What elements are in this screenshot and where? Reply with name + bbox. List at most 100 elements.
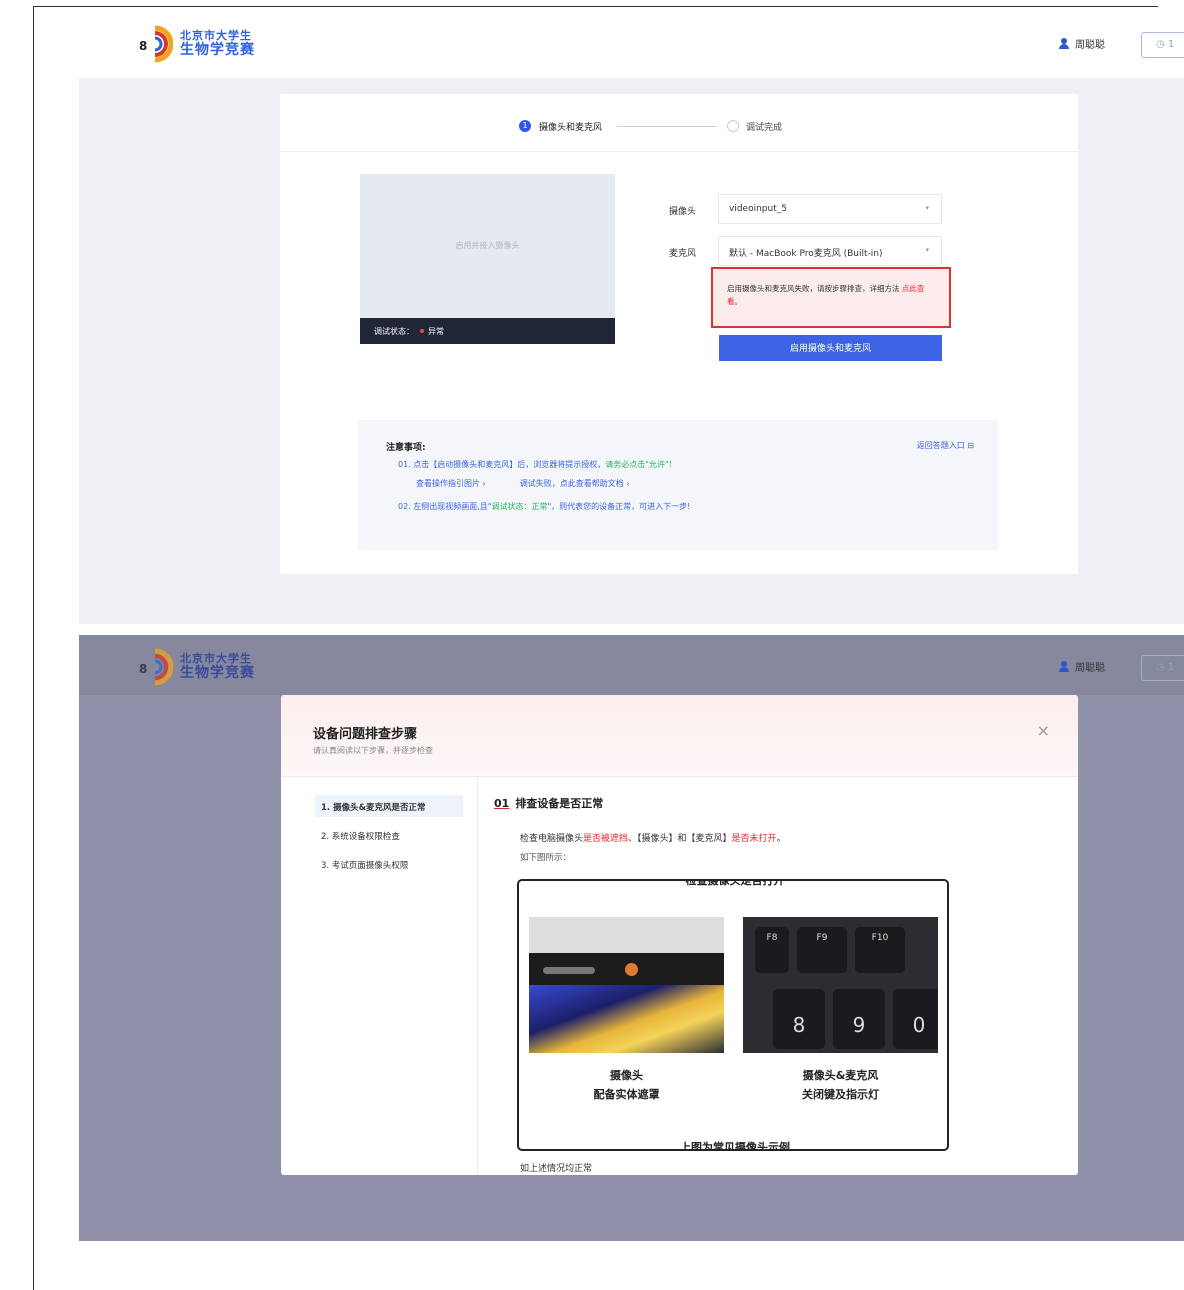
key-0: 0 [893, 989, 938, 1049]
key-f10: F10 [855, 927, 905, 973]
sidebar-item-camera-mic[interactable]: 1. 摄像头&麦克风是否正常 [315, 795, 463, 817]
laptop-screen [529, 985, 724, 1053]
return-entry-link[interactable]: 返回答题入口 ⊟ [917, 440, 974, 451]
device-setup-screenshot: 8 北京市大学生 生物学竞赛 周聪聪 ◷ 1 1 摄像头和麦克风 调试完成 启用… [79, 12, 1184, 624]
status-label: 调试状态： [374, 327, 414, 336]
notes-title: 注意事项: [386, 443, 426, 453]
modal-header: 设备问题排查步骤 请认真阅读以下步骤，并逐步检查 × [281, 695, 1078, 777]
caption-keys-line2: 关闭键及指示灯 [802, 1087, 879, 1101]
logo-icon: 8 [139, 25, 173, 63]
error-alert: 启用摄像头和麦克风失败，请按步骤排查，详细方法 点此查看。 [711, 267, 951, 328]
troubleshoot-modal: 设备问题排查步骤 请认真阅读以下步骤，并逐步检查 × 1. 摄像头&麦克风是否正… [281, 695, 1078, 1175]
steps-sidebar: 1. 摄像头&麦克风是否正常 2. 系统设备权限检查 3. 考试页面摄像头权限 [281, 777, 478, 1175]
modal-subtitle: 请认真阅读以下步骤，并逐步检查 [313, 746, 433, 755]
illustration-top-caption: 检查摄像头是否打开 [685, 879, 785, 887]
notes-panel: 注意事项: 返回答题入口 ⊟ 01. 点击【启动摄像头和麦克风】后，浏览器将提示… [358, 420, 998, 550]
key-9: 9 [833, 989, 885, 1049]
setup-card: 1 摄像头和麦克风 调试完成 启用并接入摄像头 调试状态： 异常 摄像头 vide… [280, 94, 1078, 574]
camera-lens-icon [625, 963, 638, 976]
status-value: 异常 [428, 327, 444, 336]
camera-label: 摄像头 [669, 207, 697, 217]
step-connector [617, 126, 717, 127]
caption-webcam-line2: 配备实体遮罩 [593, 1087, 660, 1101]
step1-label: 摄像头和麦克风 [539, 123, 603, 133]
step2-dot-icon [727, 120, 739, 132]
desc-e: 。 [776, 834, 786, 844]
svg-text:8: 8 [139, 39, 147, 53]
user-menu[interactable]: 周聪聪 [1059, 36, 1105, 51]
status-dot-icon [420, 329, 424, 333]
desc-b: 是否被遮挡 [583, 834, 629, 844]
user-name: 周聪聪 [1075, 40, 1105, 51]
step1-dot-icon: 1 [519, 120, 531, 132]
page-top-rule [34, 6, 1158, 7]
laptop-bezel [529, 953, 724, 985]
chevron-down-icon: ▾ [925, 246, 929, 254]
debug-status-bar: 调试状态： 异常 [360, 318, 615, 344]
modal-title: 设备问题排查步骤 [313, 727, 418, 742]
question-footer: 如上述情况均正常 [520, 1164, 593, 1174]
top-header-dimmed: 8 北京市大学生 生物学竞赛 周聪聪 ◷ 1 [79, 635, 1184, 695]
timer-button[interactable]: ◷ 1 [1141, 655, 1184, 681]
preview-hint: 启用并接入摄像头 [455, 241, 520, 250]
key-f8: F8 [755, 927, 789, 973]
guide-images-link[interactable]: 查看操作指引图片 › [416, 479, 486, 488]
note-1-highlight: 请务必点击"允许"！ [605, 460, 677, 469]
question-description: 检查电脑摄像头是否被遮挡、【摄像头】和【麦克风】是否未打开。 [520, 831, 786, 844]
caption-webcam: 摄像头 配备实体遮罩 [529, 1067, 724, 1104]
question-title-text: 排查设备是否正常 [515, 797, 604, 810]
caption-keys: 摄像头&麦克风 关闭键及指示灯 [743, 1067, 938, 1104]
illustration-frame: 检查摄像头是否打开 F8 F9 F10 8 9 0 摄像头 配备实体遮罩 摄像头… [517, 879, 949, 1151]
help-doc-link[interactable]: 调试失败，点此查看帮助文档 › [520, 479, 630, 488]
note-2: 02. 左侧出现视频画面,且"调试状态：正常"，则代表您的设备正常，可进入下一步… [386, 501, 970, 512]
stepper: 1 摄像头和麦克风 调试完成 [280, 94, 1078, 152]
sidebar-item-page-permission[interactable]: 3. 考试页面摄像头权限 [315, 853, 463, 875]
logo-icon: 8 [139, 648, 173, 686]
chevron-down-icon: ▾ [925, 204, 929, 212]
logo-line1: 北京市大学生 [180, 652, 252, 665]
question-number: 01 [494, 797, 510, 810]
desc-c: 、【摄像头】和【麦克风】 [628, 834, 732, 844]
note-2-text-a: 02. 左侧出现视频画面,且" [398, 502, 492, 511]
mic-label: 麦克风 [669, 249, 697, 259]
timer-button[interactable]: ◷ 1 [1141, 32, 1184, 58]
troubleshoot-screenshot: 8 北京市大学生 生物学竞赛 周聪聪 ◷ 1 设备问题排查步骤 请认真阅读以下步… [79, 635, 1184, 1241]
user-menu[interactable]: 周聪聪 [1059, 659, 1105, 674]
enable-devices-button[interactable]: 启用摄像头和麦克风 [719, 335, 942, 361]
step2-label: 调试完成 [746, 123, 783, 133]
logo-text: 北京市大学生 生物学竞赛 [180, 30, 255, 57]
key-8: 8 [773, 989, 825, 1049]
page-left-rule [33, 6, 34, 1290]
question-description-2: 如下图所示： [520, 853, 572, 863]
question-title: 01 排查设备是否正常 [494, 795, 1054, 811]
sidebar-item-system-permission[interactable]: 2. 系统设备权限检查 [315, 824, 463, 846]
desc-a: 检查电脑摄像头 [520, 834, 584, 844]
key-f9: F9 [797, 927, 847, 973]
note-1-text: 01. 点击【启动摄像头和麦克风】后，浏览器将提示授权， [398, 460, 606, 469]
user-icon [1059, 661, 1069, 672]
camera-select[interactable]: videoinput_5 ▾ [718, 194, 942, 224]
shutter-slider [543, 967, 595, 974]
logo-line1: 北京市大学生 [180, 29, 252, 42]
note-2-text-c: "，则代表您的设备正常，可进入下一步! [547, 502, 691, 511]
close-icon[interactable]: × [1037, 721, 1050, 740]
caption-webcam-line1: 摄像头 [610, 1069, 643, 1082]
keyboard-keys-image: F8 F9 F10 8 9 0 [743, 917, 938, 1053]
camera-select-value: videoinput_5 [729, 204, 787, 214]
logo-line2: 生物学竞赛 [180, 42, 255, 58]
step-content: 01 排查设备是否正常 检查电脑摄像头是否被遮挡、【摄像头】和【麦克风】是否未打开… [494, 795, 1054, 1174]
caption-keys-line1: 摄像头&麦克风 [802, 1069, 879, 1082]
webcam-shutter-image [529, 917, 724, 1053]
mic-select-value: 默认 - MacBook Pro麦克风 (Built-in) [729, 249, 883, 259]
user-icon [1059, 38, 1069, 49]
top-header: 8 北京市大学生 生物学竞赛 周聪聪 ◷ 1 [79, 12, 1184, 78]
svg-text:8: 8 [139, 662, 147, 676]
logo-text: 北京市大学生 生物学竞赛 [180, 653, 255, 680]
mic-select[interactable]: 默认 - MacBook Pro麦克风 (Built-in) ▾ [718, 236, 942, 266]
note-1: 01. 点击【启动摄像头和麦克风】后，浏览器将提示授权，请务必点击"允许"！ [386, 459, 970, 470]
logo-line2: 生物学竞赛 [180, 665, 255, 681]
desc-d: 是否未打开 [731, 834, 777, 844]
user-name: 周聪聪 [1075, 663, 1105, 674]
note-1-links: 查看操作指引图片 › 调试失败，点此查看帮助文档 › [386, 478, 970, 489]
note-2-highlight: 调试状态：正常 [491, 502, 548, 511]
